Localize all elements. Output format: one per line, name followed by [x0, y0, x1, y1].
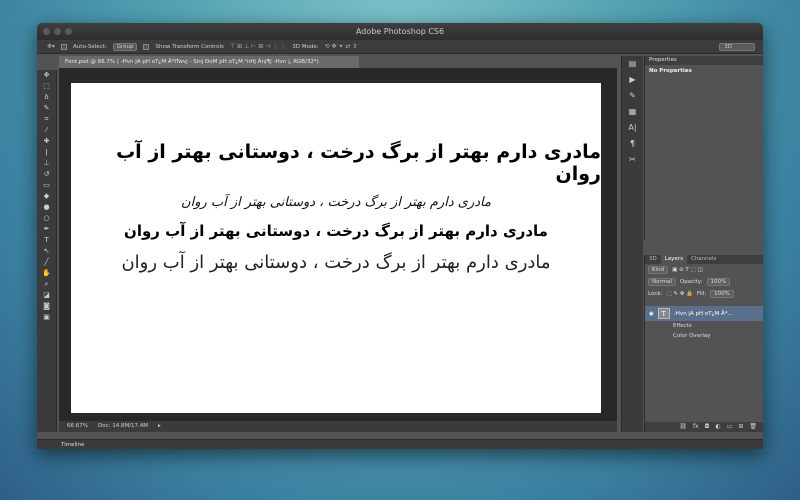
- mask-icon[interactable]: ◘: [705, 422, 710, 432]
- blur-icon[interactable]: ●: [37, 202, 56, 213]
- tools-panel: ✥ ⬚ ꝺ ✎ ⌗ ⁄ ✚ ǀ ⊥ ↺ ▭ ◆ ● ○ ✒ T ↖ ╱ ✋ ⌕ …: [37, 70, 57, 432]
- text-line-1: مادری دارم بهتر از برگ درخت ، دوستانی به…: [116, 141, 601, 185]
- trash-icon[interactable]: 🗑: [749, 422, 757, 432]
- filter-icons[interactable]: ▣ ⊘ T ⬚ ◫: [672, 267, 703, 273]
- type-icon[interactable]: T: [37, 235, 56, 246]
- auto-select-checkbox[interactable]: [61, 43, 68, 50]
- gradient-icon[interactable]: ◆: [37, 191, 56, 202]
- move-tool-preset-icon[interactable]: ✥▾: [47, 43, 55, 50]
- visibility-eye-icon[interactable]: ◉: [649, 311, 654, 317]
- history-brush-icon[interactable]: ↺: [37, 169, 56, 180]
- pen-icon[interactable]: ✒: [37, 224, 56, 235]
- filter-row: Kind ▣ ⊘ T ⬚ ◫: [645, 264, 763, 276]
- quick-select-icon[interactable]: ✎: [37, 103, 56, 114]
- character-icon[interactable]: A|: [622, 120, 643, 136]
- 3d-mode-icons[interactable]: ⟲ ✥ ✦ ⇄ ⇕: [325, 43, 358, 50]
- auto-select-dropdown[interactable]: Group: [112, 42, 138, 51]
- document-workspace: مادری دارم بهتر از برگ درخت ، دوستانی به…: [59, 68, 617, 421]
- fx-icon[interactable]: fx: [693, 422, 699, 432]
- tab-layers[interactable]: Layers: [660, 255, 687, 264]
- tab-3d[interactable]: 3D: [645, 255, 661, 264]
- opacity-label: Opacity:: [679, 279, 703, 285]
- screen-mode-icon[interactable]: ▣: [37, 312, 56, 323]
- title-bar: Adobe Photoshop CS6: [37, 23, 763, 40]
- tools-presets-icon[interactable]: ✂: [622, 152, 643, 168]
- panel-icon-strip: ▤ ▶ ✎ ▦ A| ¶ ✂: [621, 56, 643, 432]
- link-icon[interactable]: ⛓: [679, 422, 687, 432]
- lock-label: Lock:: [648, 291, 663, 297]
- layers-panel: 3D Layers Channels Kind ▣ ⊘ T ⬚ ◫ Normal…: [644, 255, 763, 432]
- eyedropper-icon[interactable]: ⁄: [37, 125, 56, 136]
- zoom-level[interactable]: 66.67%: [67, 421, 88, 432]
- window-title: Adobe Photoshop CS6: [355, 27, 445, 36]
- effects-row[interactable]: Effects: [645, 321, 763, 331]
- options-bar: ✥▾ Auto-Select: Group Show Transform Con…: [37, 40, 763, 54]
- dodge-icon[interactable]: ○: [37, 213, 56, 224]
- opacity-field[interactable]: 100%: [706, 278, 731, 286]
- minimize-button[interactable]: [54, 28, 61, 35]
- doc-size: Doc: 14.8M/17.4M: [97, 423, 149, 429]
- brush-presets-icon[interactable]: ✎: [622, 88, 643, 104]
- lock-icons[interactable]: ⬚ ✎ ✥ 🔒: [666, 291, 693, 297]
- document-tab[interactable]: Font.psd @ 66.7% ( -Hvn jA pH oT¿M Ä*ITw…: [59, 56, 359, 68]
- canvas[interactable]: مادری دارم بهتر از برگ درخت ، دوستانی به…: [71, 83, 601, 413]
- text-line-2: مادری دارم بهتر از برگ درخت ، دوستانی به…: [181, 195, 491, 210]
- close-button[interactable]: [43, 28, 50, 35]
- path-select-icon[interactable]: ↖: [37, 246, 56, 257]
- photoshop-window: Adobe Photoshop CS6 ✥▾ Auto-Select: Grou…: [37, 23, 763, 449]
- auto-select-label: Auto-Select:: [73, 43, 107, 50]
- history-icon[interactable]: ▤: [622, 56, 643, 72]
- status-bar: 66.67% Doc: 14.8M/17.4M ▸: [59, 421, 617, 432]
- actions-icon[interactable]: ▶: [622, 72, 643, 88]
- window-controls: [43, 28, 72, 35]
- crop-icon[interactable]: ⌗: [37, 114, 56, 125]
- text-line-4: مادری دارم بهتر از برگ درخت ، دوستانی به…: [121, 252, 551, 273]
- quick-mask-icon[interactable]: ◙: [37, 301, 56, 312]
- layer-name[interactable]: -Hvn jA pH oT¿M Ä*...: [674, 311, 733, 317]
- fill-field[interactable]: 100%: [710, 290, 734, 298]
- adjustment-icon[interactable]: ◐: [715, 422, 720, 432]
- workspace-dropdown[interactable]: 3D: [719, 42, 755, 51]
- eraser-icon[interactable]: ▭: [37, 180, 56, 191]
- lasso-icon[interactable]: ꝺ: [37, 92, 56, 103]
- tab-channels[interactable]: Channels: [687, 255, 720, 264]
- type-layer-thumbnail-icon: T: [657, 308, 670, 319]
- color-swatches-icon[interactable]: ◪: [37, 290, 56, 301]
- swatches-icon[interactable]: ▦: [622, 104, 643, 120]
- fill-label: Fill:: [696, 291, 707, 297]
- layer-row[interactable]: ◉ T -Hvn jA pH oT¿M Ä*...: [645, 306, 763, 321]
- blend-mode-dropdown[interactable]: Normal: [648, 278, 676, 286]
- zoom-icon[interactable]: ⌕: [37, 279, 56, 290]
- move-icon[interactable]: ✥: [37, 70, 56, 81]
- lock-row: Lock: ⬚ ✎ ✥ 🔒 Fill: 100%: [645, 288, 763, 300]
- properties-panel: Properties No Properties: [644, 56, 763, 240]
- align-icons[interactable]: ⊤ ⊞ ⊥ ⊢ ⊞ ⊣ ⋮ ⋮: [230, 43, 286, 50]
- zoom-button[interactable]: [65, 28, 72, 35]
- new-layer-icon[interactable]: ⊞: [738, 422, 743, 432]
- status-arrow-icon[interactable]: ▸: [158, 421, 161, 432]
- brush-icon[interactable]: ǀ: [37, 147, 56, 158]
- color-overlay-row[interactable]: Color Overlay: [645, 331, 763, 341]
- marquee-icon[interactable]: ⬚: [37, 81, 56, 92]
- layers-footer: ⛓ fx ◘ ◐ ▭ ⊞ 🗑: [645, 422, 763, 432]
- folder-icon[interactable]: ▭: [727, 422, 733, 432]
- hand-icon[interactable]: ✋: [37, 268, 56, 279]
- text-line-3: مادری دارم بهتر از برگ درخت ، دوستانی به…: [124, 222, 548, 240]
- line-icon[interactable]: ╱: [37, 257, 56, 268]
- healing-icon[interactable]: ✚: [37, 136, 56, 147]
- paragraph-icon[interactable]: ¶: [622, 136, 643, 152]
- timeline-bar[interactable]: Timeline: [37, 439, 763, 449]
- show-transform-label: Show Transform Controls: [155, 43, 224, 50]
- no-properties-text: No Properties: [649, 68, 692, 74]
- layers-tabs: 3D Layers Channels: [645, 255, 763, 264]
- show-transform-checkbox[interactable]: [143, 43, 150, 50]
- kind-filter-dropdown[interactable]: Kind: [648, 266, 669, 274]
- blend-row: Normal Opacity: 100%: [645, 276, 763, 288]
- properties-tab[interactable]: Properties: [645, 56, 763, 65]
- stamp-icon[interactable]: ⊥: [37, 158, 56, 169]
- 3d-mode-label: 3D Mode:: [292, 43, 319, 50]
